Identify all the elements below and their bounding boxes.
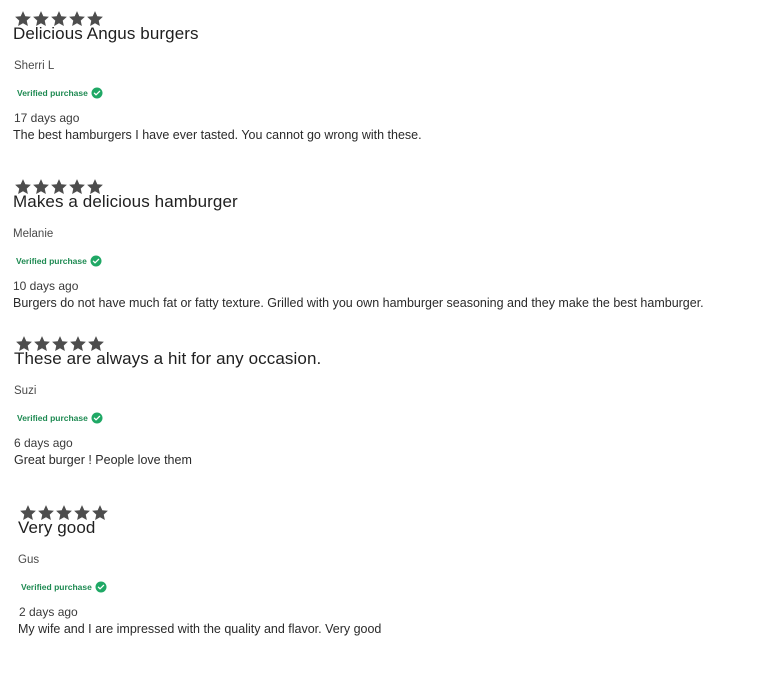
review-author: Melanie bbox=[13, 228, 54, 240]
check-circle-icon bbox=[91, 412, 103, 424]
verified-badge: Verified purchase bbox=[21, 581, 107, 593]
review-age: 17 days ago bbox=[14, 111, 80, 125]
verified-label: Verified purchase bbox=[17, 88, 88, 98]
review-title: Delicious Angus burgers bbox=[13, 24, 199, 43]
verified-badge: Verified purchase bbox=[16, 255, 102, 267]
review-title: Makes a delicious hamburger bbox=[13, 192, 238, 211]
review-title: Very good bbox=[18, 518, 96, 537]
review-author: Gus bbox=[18, 554, 40, 566]
review-body: The best hamburgers I have ever tasted. … bbox=[13, 128, 422, 142]
review-title: These are always a hit for any occasion. bbox=[14, 349, 322, 368]
review-body: Burgers do not have much fat or fatty te… bbox=[13, 296, 704, 310]
verified-badge: Verified purchase bbox=[17, 412, 103, 424]
check-circle-icon bbox=[91, 87, 103, 99]
verified-label: Verified purchase bbox=[21, 582, 92, 592]
verified-label: Verified purchase bbox=[16, 256, 87, 266]
review-author: Suzi bbox=[14, 385, 37, 397]
review-age: 6 days ago bbox=[14, 436, 73, 450]
review-body: Great burger ! People love them bbox=[14, 453, 192, 467]
review-age: 2 days ago bbox=[19, 605, 78, 619]
check-circle-icon bbox=[90, 255, 102, 267]
review-body: My wife and I are impressed with the qua… bbox=[18, 622, 382, 636]
review-author: Sherri L bbox=[14, 60, 55, 72]
verified-badge: Verified purchase bbox=[17, 87, 103, 99]
verified-label: Verified purchase bbox=[17, 413, 88, 423]
check-circle-icon bbox=[95, 581, 107, 593]
review-age: 10 days ago bbox=[13, 279, 79, 293]
